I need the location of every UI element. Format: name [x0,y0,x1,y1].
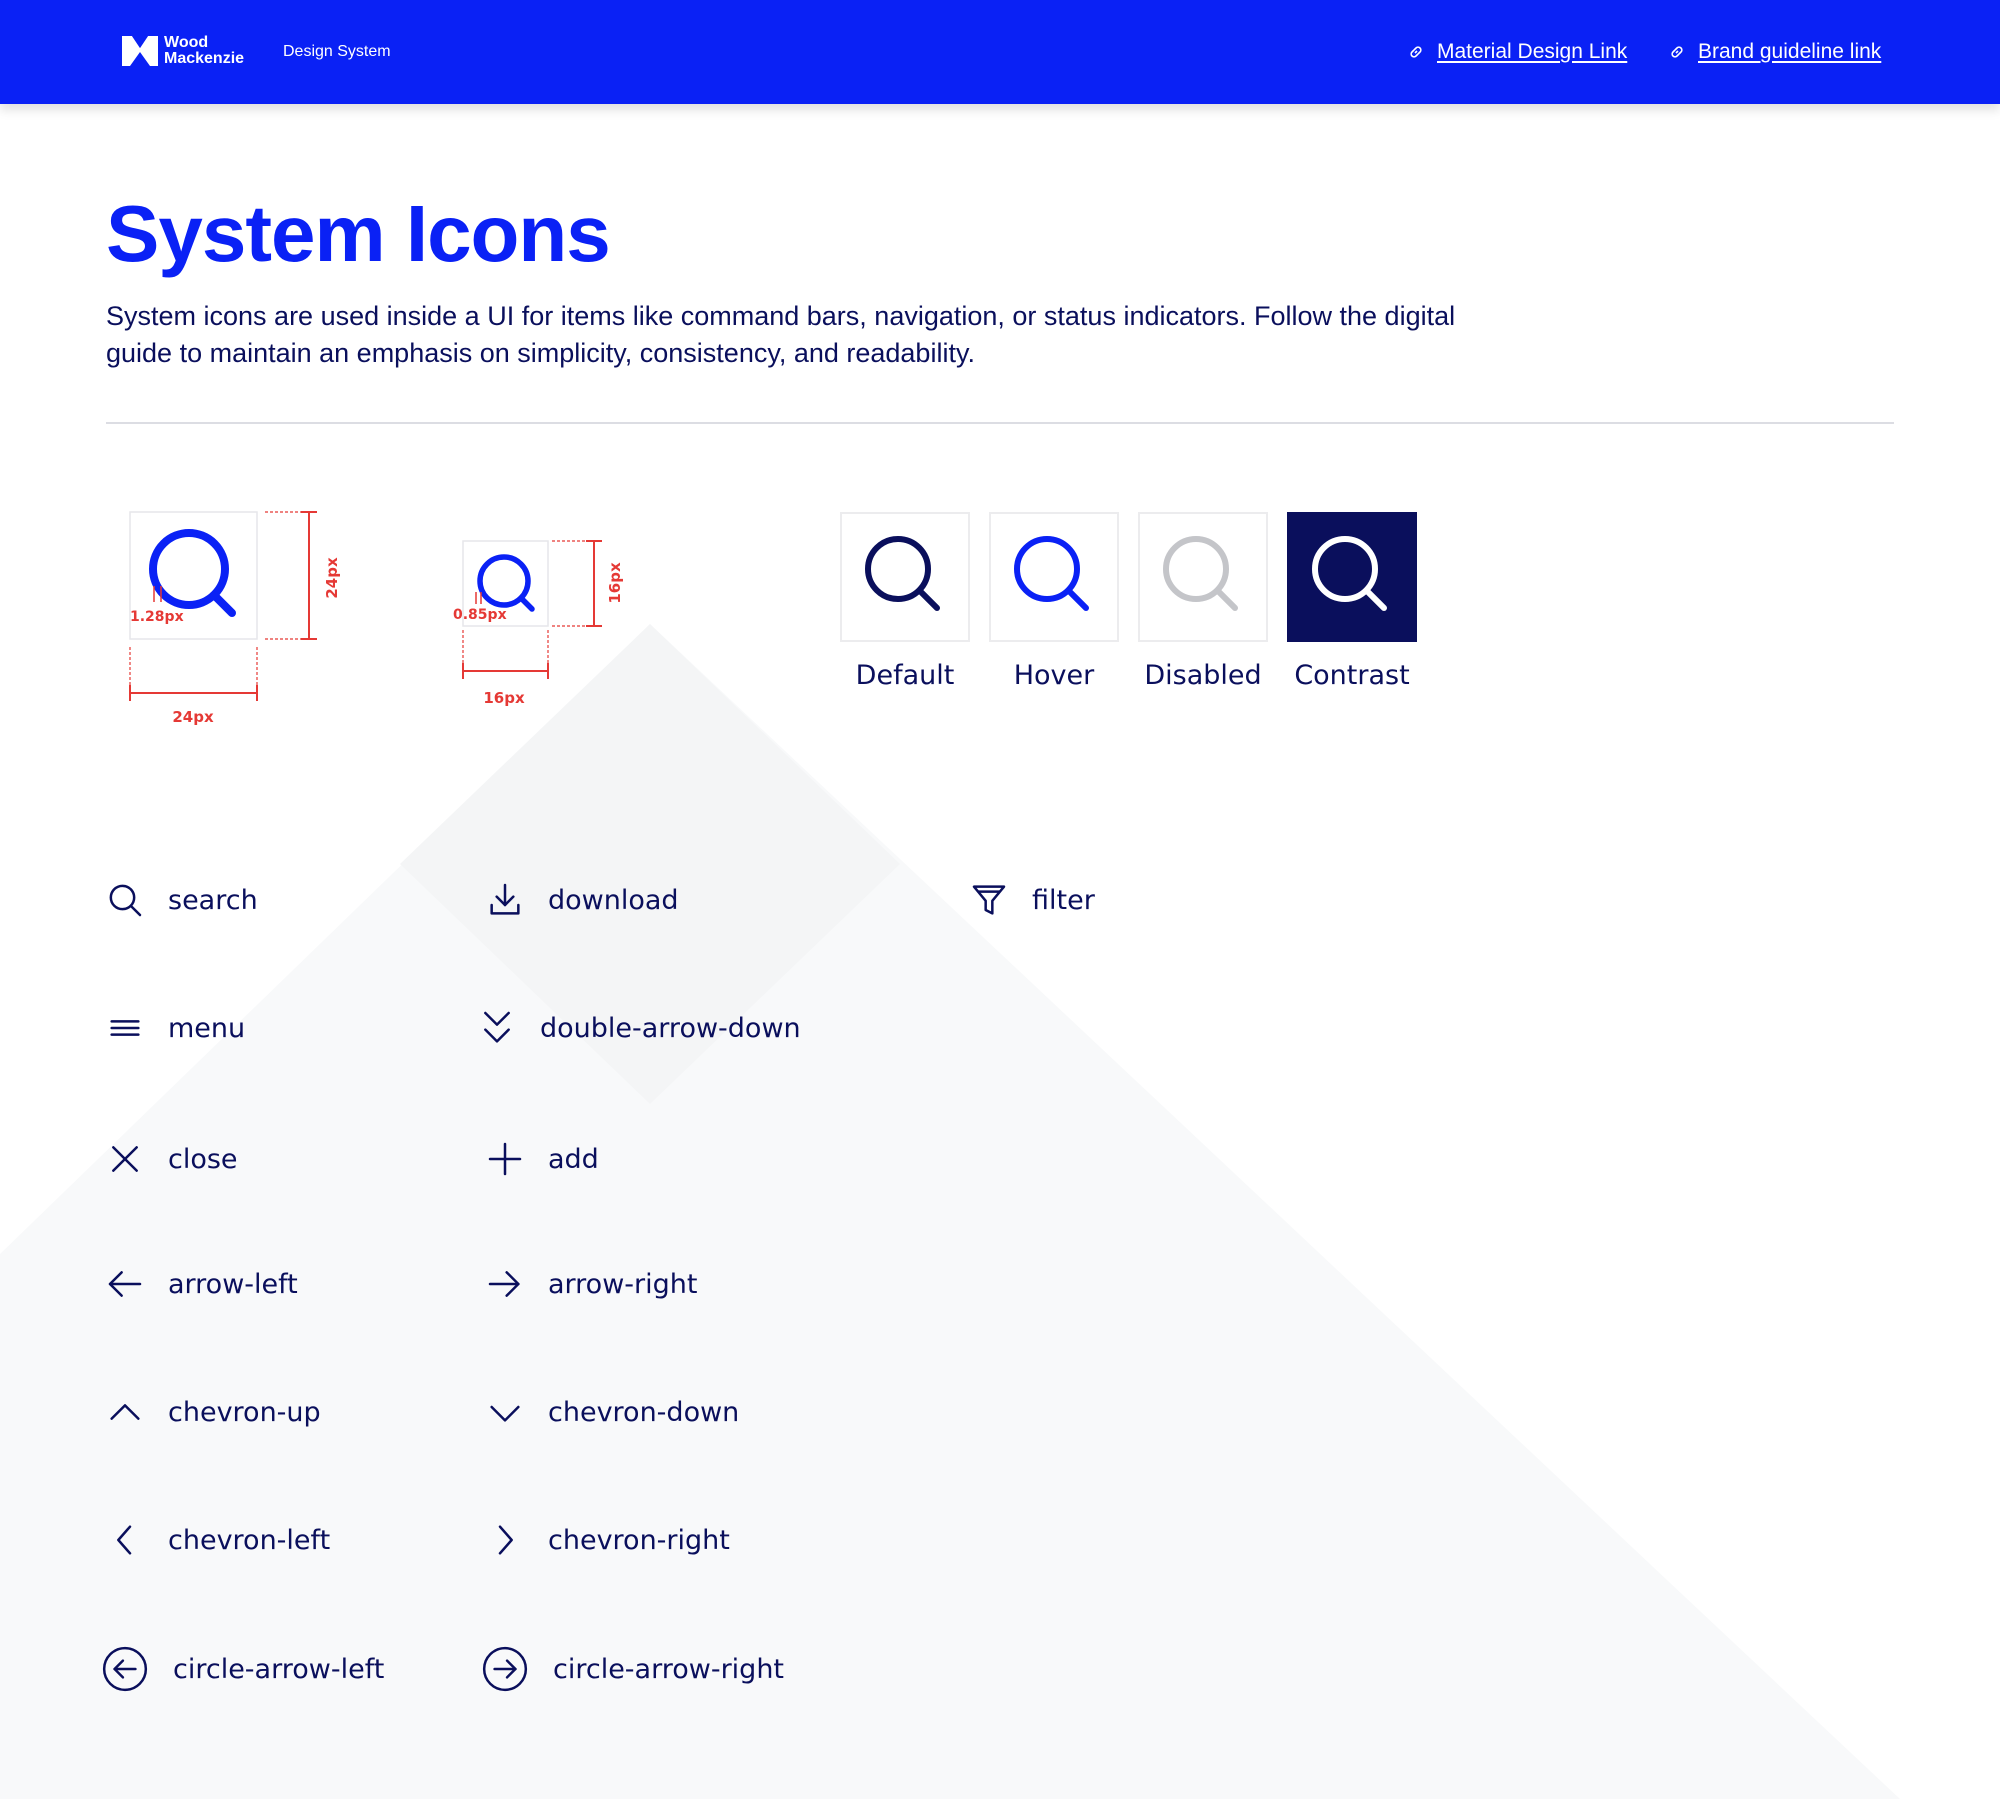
icon-item-arrow-left[interactable]: arrow-left [105,1264,298,1304]
state-disabled-label: Disabled [1144,660,1262,691]
search-icon [109,884,142,917]
state-disabled-swatch [1138,512,1268,642]
chevron-left-icon [117,1525,132,1555]
wood-mackenzie-logo-icon[interactable] [122,36,158,66]
icon-item-chevron-down[interactable]: chevron-down [485,1392,739,1432]
chevron-up-icon [110,1404,140,1420]
width-label: 24px [172,708,214,726]
icon-name: add [548,1143,599,1175]
icon-name: circle-arrow-right [553,1653,785,1685]
icon-item-arrow-right[interactable]: arrow-right [485,1264,697,1304]
icon-name: chevron-up [168,1396,321,1428]
section-label: Design System [283,43,391,60]
menu-icon [110,1020,140,1036]
material-design-link[interactable]: Material Design Link [1409,40,1627,64]
link-icon [1671,46,1683,58]
state-disabled: Disabled [1138,512,1268,691]
state-contrast-swatch [1287,512,1417,642]
height-label: 24px [323,557,341,599]
state-hover: Hover [989,512,1119,691]
page-description: System icons are used inside a UI for it… [106,301,1456,368]
state-default-label: Default [855,660,955,691]
icon-item-chevron-right[interactable]: chevron-right [485,1520,730,1560]
filter-icon [972,885,1006,915]
state-hover-label: Hover [1013,660,1095,691]
search-icon [865,536,940,611]
material-design-link-label: Material Design Link [1437,40,1628,63]
icon-name: chevron-left [168,1524,331,1556]
main-content: System Icons System icons are used insid… [0,0,2000,1799]
section-divider [106,422,1894,424]
icon-name: chevron-right [548,1524,730,1556]
search-icon [1014,536,1089,611]
state-default-swatch [840,512,970,642]
icon-item-close[interactable]: close [105,1139,238,1179]
icon-name: arrow-left [168,1268,298,1300]
icon-item-chevron-left[interactable]: chevron-left [105,1520,330,1560]
search-icon [1312,536,1387,611]
search-icon [1163,536,1238,611]
arrow-right-icon [488,1271,520,1297]
icon-name: circle-arrow-left [173,1653,385,1685]
circle-arrow-right-icon [482,1646,528,1692]
icon-item-circle-arrow-right[interactable]: circle-arrow-right [480,1644,784,1694]
brand-guideline-link[interactable]: Brand guideline link [1670,40,1881,64]
icon-name: menu [168,1012,246,1044]
icon-name: arrow-right [548,1268,698,1300]
top-navigation-bar: Wood Mackenzie Design System Material De… [0,0,2000,104]
state-contrast: Contrast [1287,512,1417,691]
icon-item-chevron-up[interactable]: chevron-up [105,1392,321,1432]
arrow-left-icon [108,1271,142,1297]
state-default: Default [840,512,970,691]
icon-name: filter [1032,884,1095,916]
height-label: 16px [606,562,624,604]
icon-item-filter[interactable]: filter [969,880,1095,920]
state-hover-swatch [989,512,1119,642]
icon-name: double-arrow-down [540,1012,801,1044]
chevron-down-icon [490,1405,520,1422]
download-icon [490,883,520,915]
width-label: 16px [483,689,525,707]
chevron-right-icon [498,1525,513,1555]
icon-item-search[interactable]: search [105,880,258,920]
icon-spec-24px: 1.28px 24px 24px [129,511,341,726]
icon-name: close [168,1143,238,1175]
icon-name: search [168,884,258,916]
icon-item-add[interactable]: add [485,1139,599,1179]
link-icon [1410,46,1422,58]
state-contrast-label: Contrast [1294,660,1410,691]
double-arrow-down-icon [484,1011,510,1043]
close-icon [112,1146,138,1172]
brand-guideline-link-label: Brand guideline link [1698,40,1882,63]
icon-spec-16px: 0.85px 16px 16px [453,540,624,707]
circle-arrow-left-icon [102,1646,148,1692]
icon-name: download [548,884,679,916]
brand-name: Wood Mackenzie [164,34,245,67]
add-icon [488,1142,522,1176]
stroke-width-label: 0.85px [453,607,507,623]
icon-item-circle-arrow-left[interactable]: circle-arrow-left [100,1644,384,1694]
page-title: System Icons [106,189,611,278]
icon-item-menu[interactable]: menu [105,1008,245,1048]
icon-name: chevron-down [548,1396,740,1428]
icon-item-double-arrow-down[interactable]: double-arrow-down [477,1008,801,1048]
stroke-width-label: 1.28px [130,609,184,625]
icon-item-download[interactable]: download [485,880,679,920]
